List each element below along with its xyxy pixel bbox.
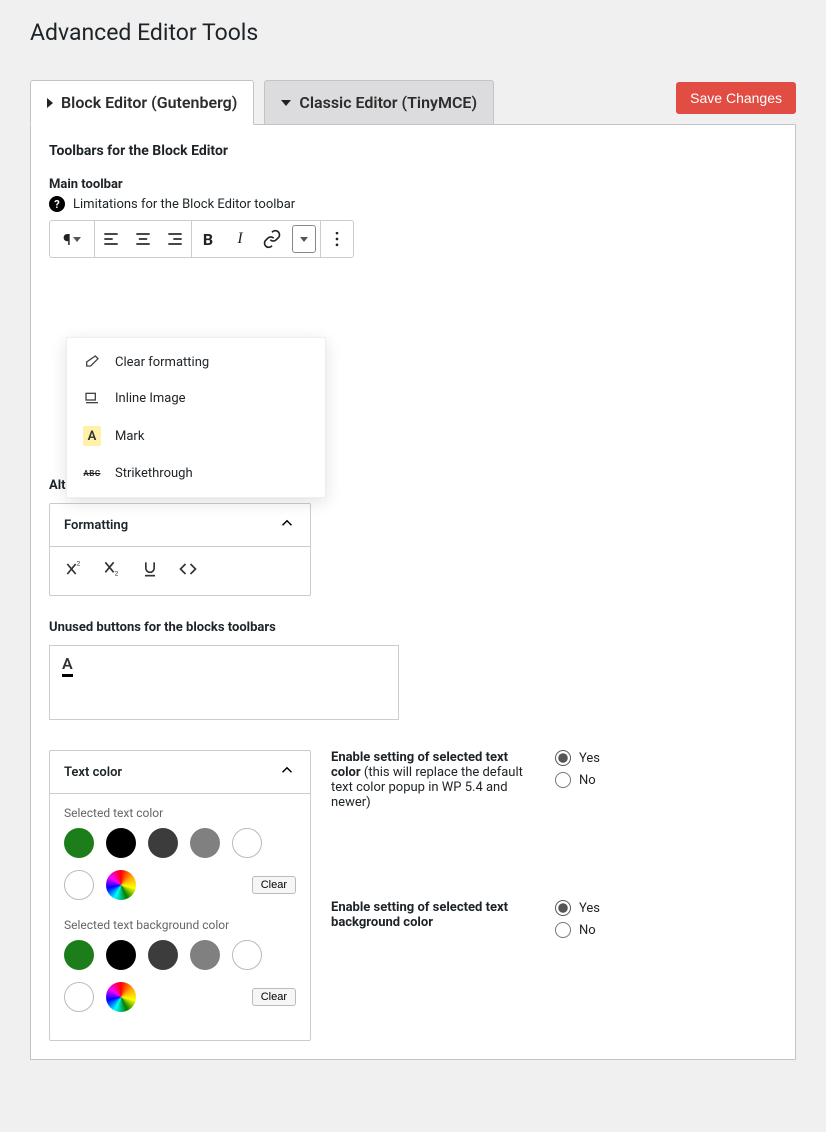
- superscript-button[interactable]: 2: [64, 559, 84, 583]
- radio-no-bg-color[interactable]: [555, 922, 571, 938]
- tab-block-editor-label: Block Editor (Gutenberg): [61, 93, 237, 112]
- bg-swatch-lightgray[interactable]: [232, 940, 262, 970]
- selected-text-color-label: Selected text color: [64, 806, 296, 820]
- main-toolbar: ¶ B I: [49, 220, 354, 258]
- more-options-button[interactable]: [321, 221, 353, 257]
- code-button[interactable]: [178, 559, 198, 583]
- dropdown-mark-label: Mark: [115, 429, 144, 444]
- page-title: Advanced Editor Tools: [30, 10, 796, 50]
- radio-yes-bg-color[interactable]: [555, 900, 571, 916]
- swatch-green[interactable]: [64, 828, 94, 858]
- help-icon[interactable]: ?: [49, 196, 65, 212]
- unused-buttons-label: Unused buttons for the blocks toolbars: [49, 620, 777, 635]
- selected-bg-color-label: Selected text background color: [64, 918, 296, 932]
- formatting-label: Formatting: [64, 518, 128, 533]
- align-left-button[interactable]: [95, 221, 127, 257]
- dropdown-strike-label: Strikethrough: [115, 466, 193, 481]
- subscript-button[interactable]: 2: [102, 559, 122, 583]
- more-rich-text-dropdown[interactable]: [292, 225, 316, 253]
- text-color-card: Text color Selected text color: [49, 750, 311, 1041]
- dropdown-clear-label: Clear formatting: [115, 355, 209, 370]
- caret-right-icon: [47, 98, 53, 108]
- tab-classic-editor[interactable]: Classic Editor (TinyMCE): [264, 80, 494, 125]
- formatting-panel: Formatting 2 2: [49, 503, 311, 596]
- bg-swatch-white[interactable]: [64, 982, 94, 1012]
- eraser-icon: [83, 354, 101, 370]
- dropdown-item-strikethrough[interactable]: ABC Strikethrough: [67, 456, 325, 491]
- yes-label: Yes: [579, 751, 600, 766]
- yes-label: Yes: [579, 901, 600, 916]
- svg-text:2: 2: [115, 570, 119, 578]
- bg-swatch-black[interactable]: [106, 940, 136, 970]
- bold-button[interactable]: B: [192, 221, 224, 257]
- enable-bg-color-yes[interactable]: Yes: [555, 900, 600, 916]
- unused-text-color-button[interactable]: A: [62, 654, 73, 677]
- enable-text-color-yes[interactable]: Yes: [555, 750, 600, 766]
- unused-buttons-box[interactable]: A: [49, 645, 399, 720]
- rich-text-dropdown: Clear formatting Inline Image A Mark ABC…: [66, 337, 326, 498]
- bg-swatch-green[interactable]: [64, 940, 94, 970]
- limitations-text: Limitations for the Block Editor toolbar: [73, 197, 295, 212]
- tab-panel-block: Toolbars for the Block Editor Main toolb…: [30, 124, 796, 1060]
- enable-bg-color-no[interactable]: No: [555, 922, 600, 938]
- dropdown-item-clear-formatting[interactable]: Clear formatting: [67, 344, 325, 380]
- enable-bg-color-label: Enable setting of selected text backgrou…: [331, 900, 531, 930]
- chevron-up-icon[interactable]: [278, 514, 296, 536]
- save-changes-button[interactable]: Save Changes: [676, 82, 796, 114]
- bg-swatch-darkgray[interactable]: [148, 940, 178, 970]
- swatch-darkgray[interactable]: [148, 828, 178, 858]
- chevron-up-icon[interactable]: [278, 761, 296, 783]
- clear-text-color-button[interactable]: Clear: [252, 876, 296, 894]
- tab-classic-editor-label: Classic Editor (TinyMCE): [299, 93, 477, 112]
- enable-text-color-no[interactable]: No: [555, 772, 600, 788]
- dropdown-inline-image-label: Inline Image: [115, 391, 186, 406]
- dropdown-item-inline-image[interactable]: Inline Image: [67, 380, 325, 416]
- tabs: Block Editor (Gutenberg) Classic Editor …: [30, 80, 504, 125]
- caret-down-icon: [281, 100, 291, 106]
- enable-text-color-label: Enable setting of selected text color (t…: [331, 750, 531, 810]
- text-color-title: Text color: [64, 765, 122, 780]
- main-toolbar-label: Main toolbar: [49, 177, 777, 192]
- underline-button[interactable]: [140, 559, 160, 583]
- bg-swatch-gray[interactable]: [190, 940, 220, 970]
- no-label: No: [579, 773, 596, 788]
- link-button[interactable]: [256, 221, 288, 257]
- align-right-button[interactable]: [159, 221, 191, 257]
- no-label: No: [579, 923, 596, 938]
- paragraph-button[interactable]: ¶: [50, 221, 94, 257]
- svg-text:2: 2: [77, 560, 81, 568]
- mark-icon: A: [83, 426, 101, 446]
- toolbars-heading: Toolbars for the Block Editor: [49, 143, 777, 159]
- bg-swatch-custom-color[interactable]: [106, 982, 136, 1012]
- radio-no-text-color[interactable]: [555, 772, 571, 788]
- strikethrough-icon: ABC: [83, 469, 101, 478]
- swatch-gray[interactable]: [190, 828, 220, 858]
- dropdown-item-mark[interactable]: A Mark: [67, 416, 325, 456]
- radio-yes-text-color[interactable]: [555, 750, 571, 766]
- swatch-black[interactable]: [106, 828, 136, 858]
- swatch-lightgray[interactable]: [232, 828, 262, 858]
- tab-block-editor[interactable]: Block Editor (Gutenberg): [30, 80, 254, 125]
- italic-button[interactable]: I: [224, 221, 256, 257]
- align-center-button[interactable]: [127, 221, 159, 257]
- inline-image-icon: [83, 390, 101, 406]
- clear-bg-color-button[interactable]: Clear: [252, 988, 296, 1006]
- swatch-white[interactable]: [64, 870, 94, 900]
- swatch-custom-color[interactable]: [106, 870, 136, 900]
